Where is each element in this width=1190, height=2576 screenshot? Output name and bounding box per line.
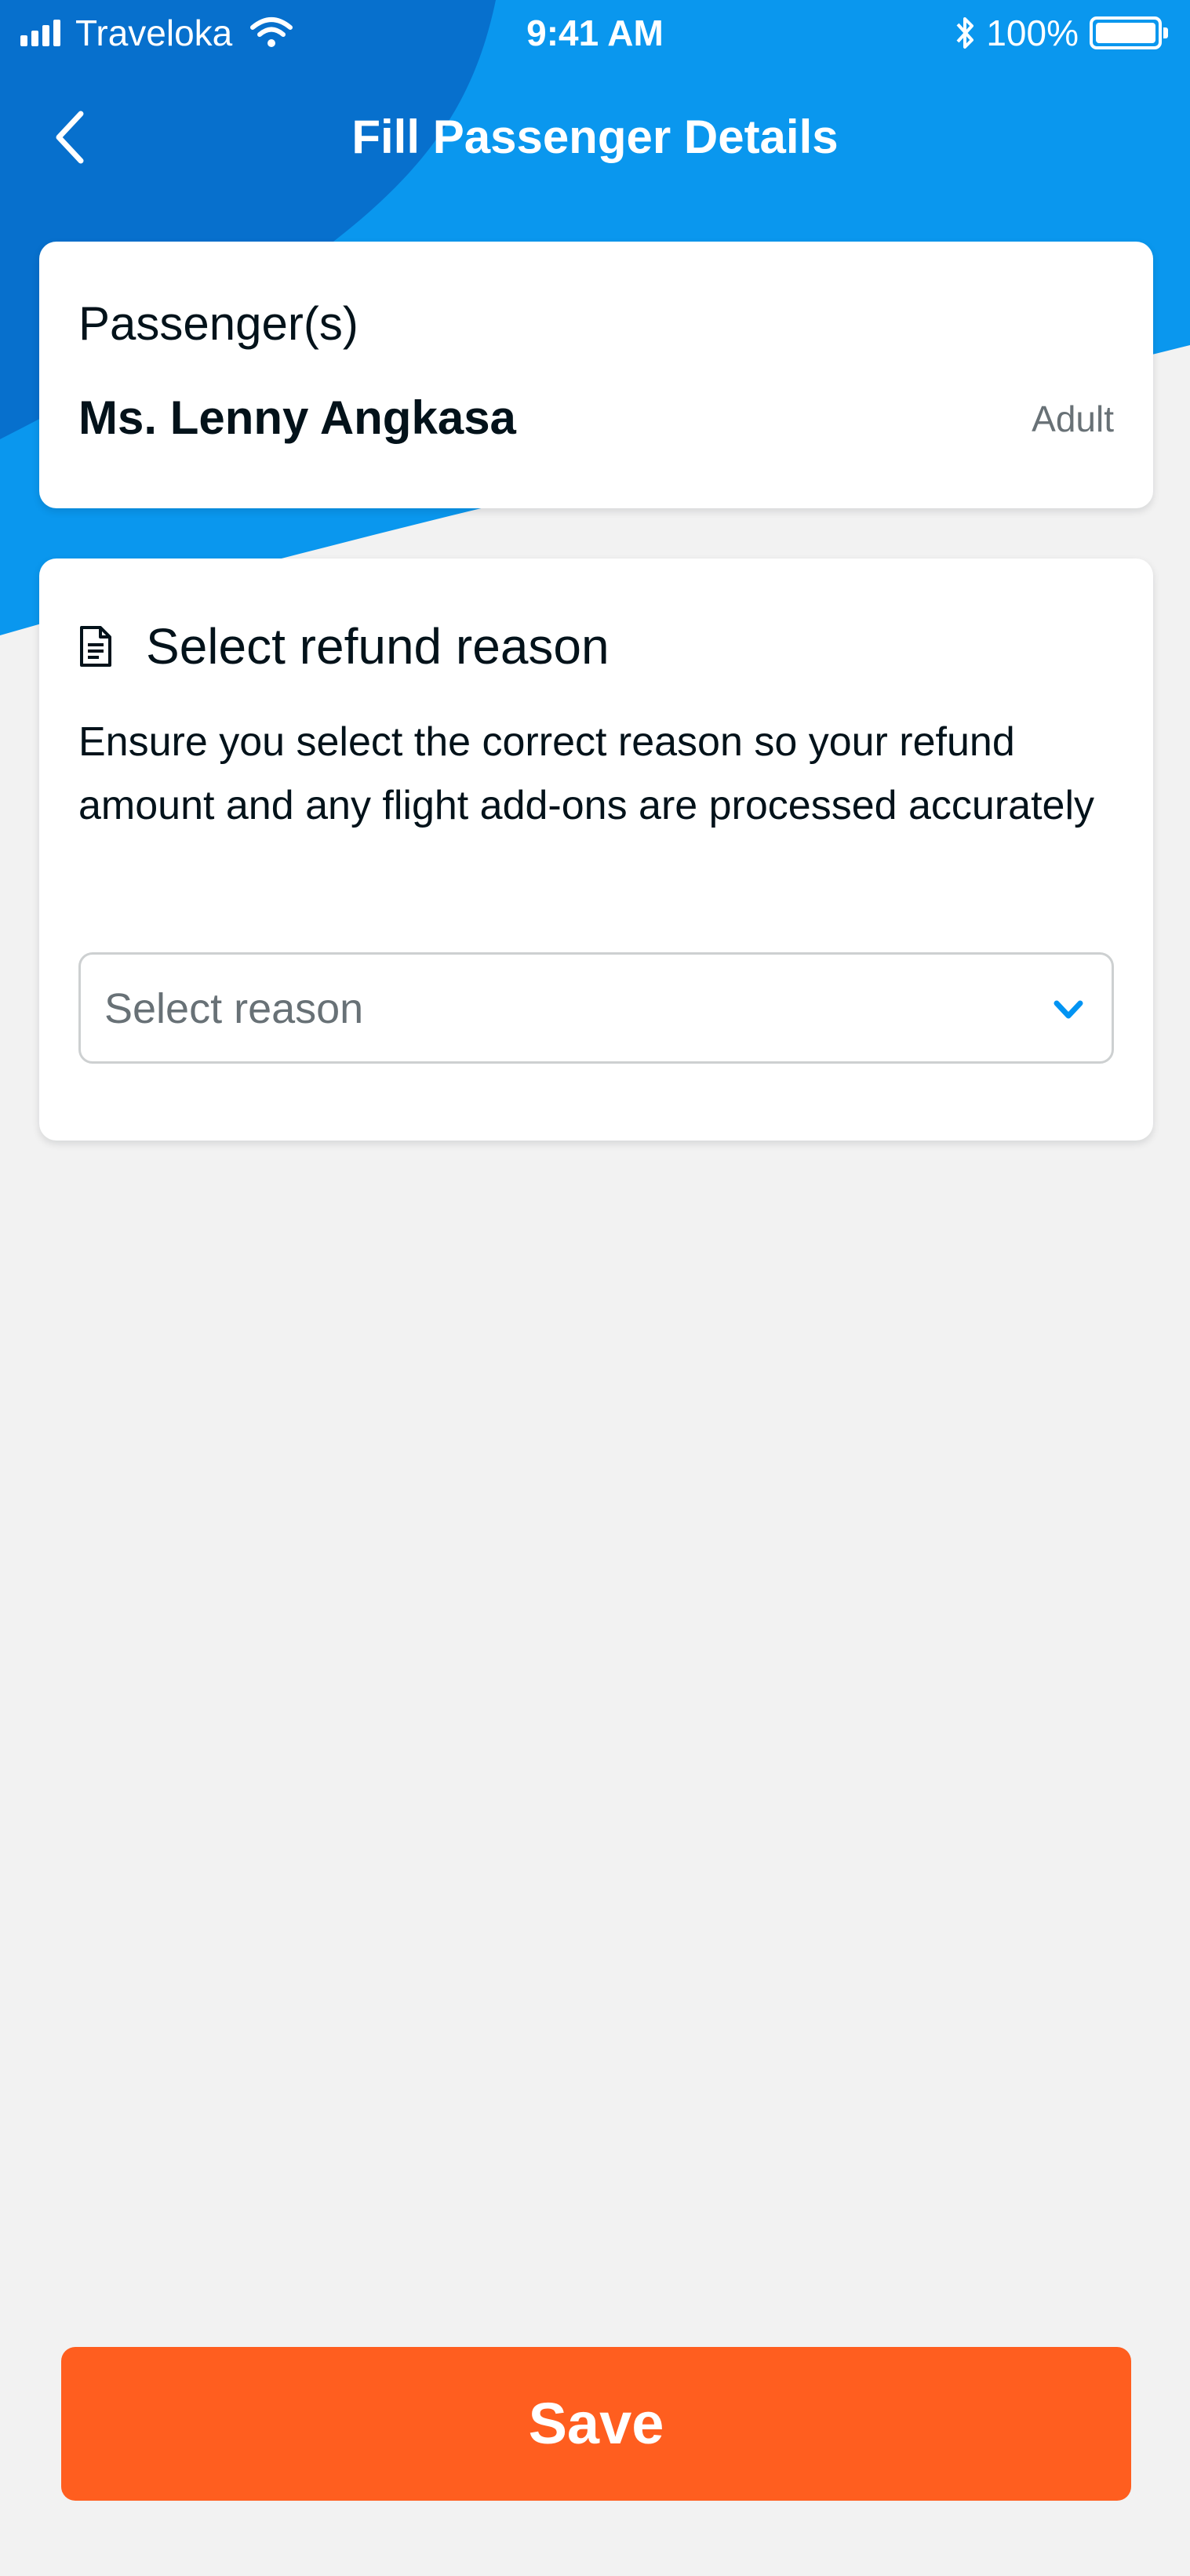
passenger-card: Passenger(s) Ms. Lenny Angkasa Adult <box>39 242 1153 508</box>
passenger-label: Passenger(s) <box>78 297 358 350</box>
page-title: Fill Passenger Details <box>351 111 839 163</box>
select-placeholder: Select reason <box>104 985 364 1032</box>
battery-percentage: 100% <box>986 13 1079 53</box>
refund-reason-description: Ensure you select the correct reason so … <box>78 719 1094 828</box>
bluetooth-icon <box>956 17 974 49</box>
battery-icon <box>1090 16 1168 49</box>
save-button[interactable]: Save <box>61 2347 1131 2501</box>
passenger-name: Ms. Lenny Angkasa <box>78 391 516 444</box>
document-icon <box>78 624 113 668</box>
refund-reason-title: Select refund reason <box>146 618 610 675</box>
chevron-down-icon <box>1054 1000 1083 1019</box>
passenger-type: Adult <box>1032 398 1114 439</box>
refund-reason-header: Select refund reason <box>78 615 610 678</box>
status-bar: Traveloka 9:41 AM 100% <box>0 0 1190 66</box>
refund-reason-select[interactable]: Select reason <box>78 952 1114 1064</box>
refund-reason-card: Select refund reason Ensure you select t… <box>39 558 1153 1141</box>
app-header: Fill Passenger Details <box>0 86 1190 188</box>
